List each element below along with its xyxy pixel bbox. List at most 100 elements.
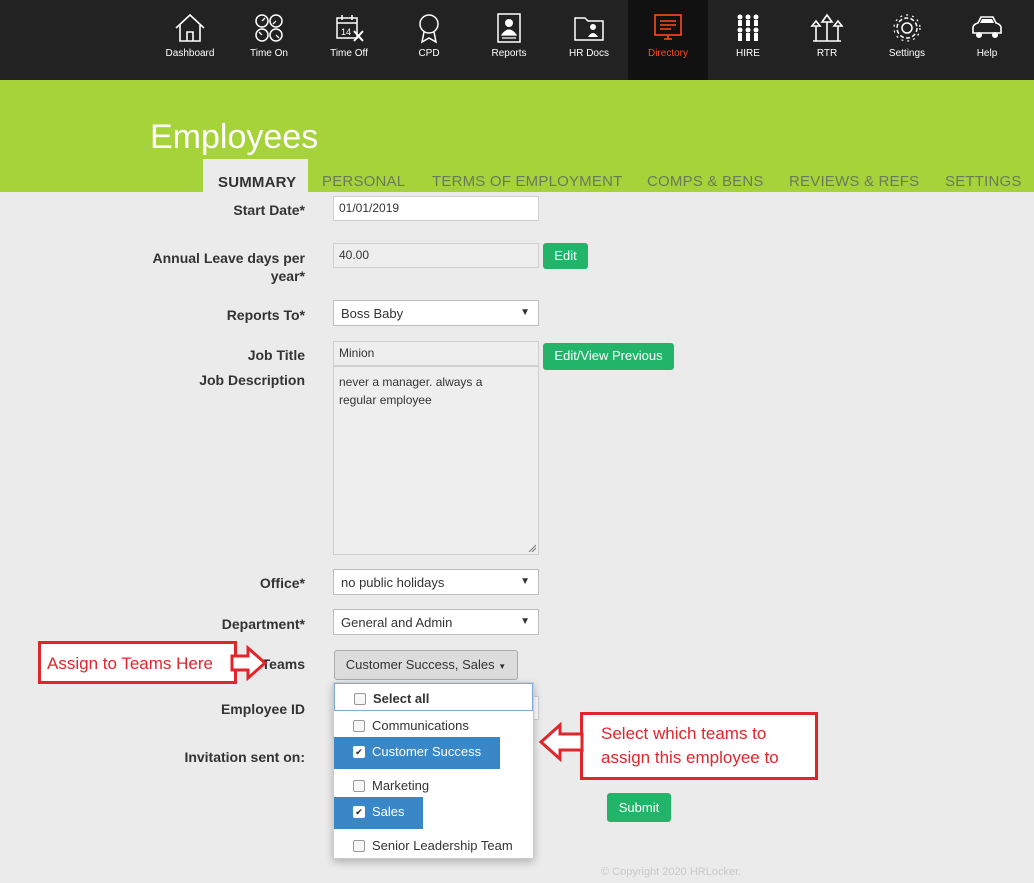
nav-directory[interactable]: Directory bbox=[628, 0, 708, 80]
caret-down-icon: ▼ bbox=[520, 576, 530, 587]
option-label: Senior Leadership Team bbox=[372, 838, 513, 853]
car-icon bbox=[972, 16, 1002, 38]
reports-to-value: Boss Baby bbox=[341, 306, 404, 321]
option-label: Marketing bbox=[372, 778, 430, 793]
award-ribbon-icon bbox=[419, 14, 439, 44]
department-select[interactable]: General and Admin ▼ bbox=[333, 609, 539, 635]
report-person-icon bbox=[497, 13, 521, 43]
edit-annual-leave-button[interactable]: Edit bbox=[543, 243, 588, 269]
nav-dashboard[interactable]: Dashboard bbox=[150, 0, 230, 80]
nav-cpd[interactable]: CPD bbox=[389, 0, 469, 80]
office-select[interactable]: no public holidays ▼ bbox=[333, 569, 539, 595]
submit-button[interactable]: Submit bbox=[607, 793, 671, 822]
svg-text:14: 14 bbox=[341, 27, 351, 37]
start-date-label: Start Date* bbox=[233, 202, 305, 218]
office-value: no public holidays bbox=[341, 575, 445, 590]
copyright-text: © Copyright 2020 HRLocker. bbox=[601, 866, 742, 878]
nav-settings[interactable]: Settings bbox=[867, 0, 947, 80]
select-all-option[interactable]: Select all bbox=[334, 683, 533, 711]
checked-checkbox-icon[interactable]: ✔ bbox=[353, 746, 365, 758]
nav-label: CPD bbox=[418, 48, 440, 59]
folder-person-icon bbox=[574, 17, 604, 41]
gear-icon bbox=[893, 14, 921, 42]
annual-leave-label-line2: year* bbox=[270, 268, 305, 284]
nav-time-on[interactable]: Time On bbox=[229, 0, 309, 80]
caret-down-icon: ▼ bbox=[520, 307, 530, 318]
tab-settings[interactable]: SETTINGS bbox=[945, 173, 1022, 190]
people-grid-icon bbox=[737, 14, 759, 41]
nav-label: Settings bbox=[888, 48, 926, 59]
teams-multiselect-button[interactable]: Customer Success, Sales ▼ bbox=[334, 650, 518, 680]
employee-id-label: Employee ID bbox=[220, 701, 305, 717]
annotation-assign-teams: Assign to Teams Here bbox=[38, 641, 237, 684]
arrow-right-icon bbox=[230, 645, 268, 681]
team-option-communications[interactable]: Communications bbox=[334, 711, 533, 739]
tab-reviews-refs[interactable]: REVIEWS & REFS bbox=[789, 173, 919, 190]
edit-view-previous-button[interactable]: Edit/View Previous bbox=[543, 343, 674, 370]
annotation-text: Assign to Teams Here bbox=[47, 654, 213, 673]
resize-grip-icon[interactable] bbox=[528, 544, 536, 552]
team-option-customer-success[interactable]: ✔ Customer Success bbox=[334, 737, 500, 769]
nav-hr-docs[interactable]: HR Docs bbox=[549, 0, 629, 80]
nav-help[interactable]: Help bbox=[947, 0, 1027, 80]
home-icon bbox=[175, 13, 205, 42]
nav-reports[interactable]: Reports bbox=[469, 0, 549, 80]
invitation-sent-label: Invitation sent on: bbox=[184, 749, 305, 765]
job-description-line2: regular employee bbox=[339, 393, 432, 407]
top-navigation: Dashboard Time On 14 Time Off CPD Report… bbox=[0, 0, 1034, 80]
team-option-senior-leadership-team[interactable]: Senior Leadership Team bbox=[334, 831, 533, 859]
option-label: Customer Success bbox=[372, 744, 482, 759]
checkbox-icon[interactable] bbox=[353, 780, 365, 792]
annual-leave-input: 40.00 bbox=[333, 243, 539, 268]
clock-arrows-icon bbox=[255, 14, 283, 42]
nav-label: Dashboard bbox=[165, 48, 215, 59]
start-date-input[interactable]: 01/01/2019 bbox=[333, 196, 539, 221]
nav-label: Directory bbox=[647, 48, 688, 59]
job-title-input: Minion bbox=[333, 341, 539, 366]
nav-label: Help bbox=[976, 48, 998, 59]
nav-time-off[interactable]: 14 Time Off bbox=[309, 0, 389, 80]
reports-to-label: Reports To* bbox=[226, 307, 305, 323]
option-label: Communications bbox=[372, 718, 469, 733]
nav-label: Time On bbox=[250, 48, 288, 59]
tab-terms-of-employment[interactable]: TERMS OF EMPLOYMENT bbox=[432, 173, 622, 190]
annual-leave-label-line1: Annual Leave days per bbox=[152, 250, 305, 266]
job-title-label: Job Title bbox=[247, 347, 305, 363]
tab-personal[interactable]: PERSONAL bbox=[322, 173, 405, 190]
job-description-textarea[interactable]: never a manager. always a regular employ… bbox=[333, 366, 539, 555]
annotation-select-teams: Select which teams to assign this employ… bbox=[580, 712, 818, 780]
option-label: Sales bbox=[372, 804, 405, 819]
tab-summary[interactable]: SUMMARY bbox=[203, 159, 308, 203]
checkbox-icon[interactable] bbox=[354, 693, 366, 705]
nav-label: RTR bbox=[816, 48, 838, 59]
building-arrows-icon bbox=[810, 13, 844, 42]
department-value: General and Admin bbox=[341, 615, 453, 630]
nav-hire[interactable]: HIRE bbox=[708, 0, 788, 80]
team-option-sales[interactable]: ✔ Sales bbox=[334, 797, 423, 829]
teams-value: Customer Success, Sales bbox=[345, 657, 495, 672]
job-description-line1: never a manager. always a bbox=[339, 375, 483, 389]
teams-dropdown: Select all Communications ✔ Customer Suc… bbox=[333, 682, 534, 859]
nav-label: HR Docs bbox=[568, 48, 609, 59]
annotation-text-line2: assign this employee to bbox=[601, 748, 779, 767]
caret-down-icon: ▼ bbox=[498, 662, 507, 671]
nav-rtr[interactable]: RTR bbox=[787, 0, 867, 80]
team-option-marketing[interactable]: Marketing bbox=[334, 771, 533, 799]
annotation-text-line1: Select which teams to bbox=[601, 724, 767, 743]
calendar-x-icon: 14 bbox=[336, 15, 364, 42]
arrow-left-icon bbox=[538, 722, 584, 762]
checkbox-icon[interactable] bbox=[353, 720, 365, 732]
checked-checkbox-icon[interactable]: ✔ bbox=[353, 806, 365, 818]
department-label: Department* bbox=[221, 616, 305, 632]
tab-label: SUMMARY bbox=[218, 174, 297, 191]
caret-down-icon: ▼ bbox=[520, 616, 530, 627]
nav-label: HIRE bbox=[736, 48, 760, 59]
office-label: Office* bbox=[259, 575, 305, 591]
reports-to-select[interactable]: Boss Baby ▼ bbox=[333, 300, 539, 326]
nav-label: Reports bbox=[491, 48, 527, 59]
directory-monitor-icon bbox=[654, 14, 682, 40]
option-label: Select all bbox=[373, 691, 430, 706]
checkbox-icon[interactable] bbox=[353, 840, 365, 852]
page-title: Employees bbox=[150, 118, 319, 156]
tab-comps-bens[interactable]: COMPS & BENS bbox=[647, 173, 764, 190]
